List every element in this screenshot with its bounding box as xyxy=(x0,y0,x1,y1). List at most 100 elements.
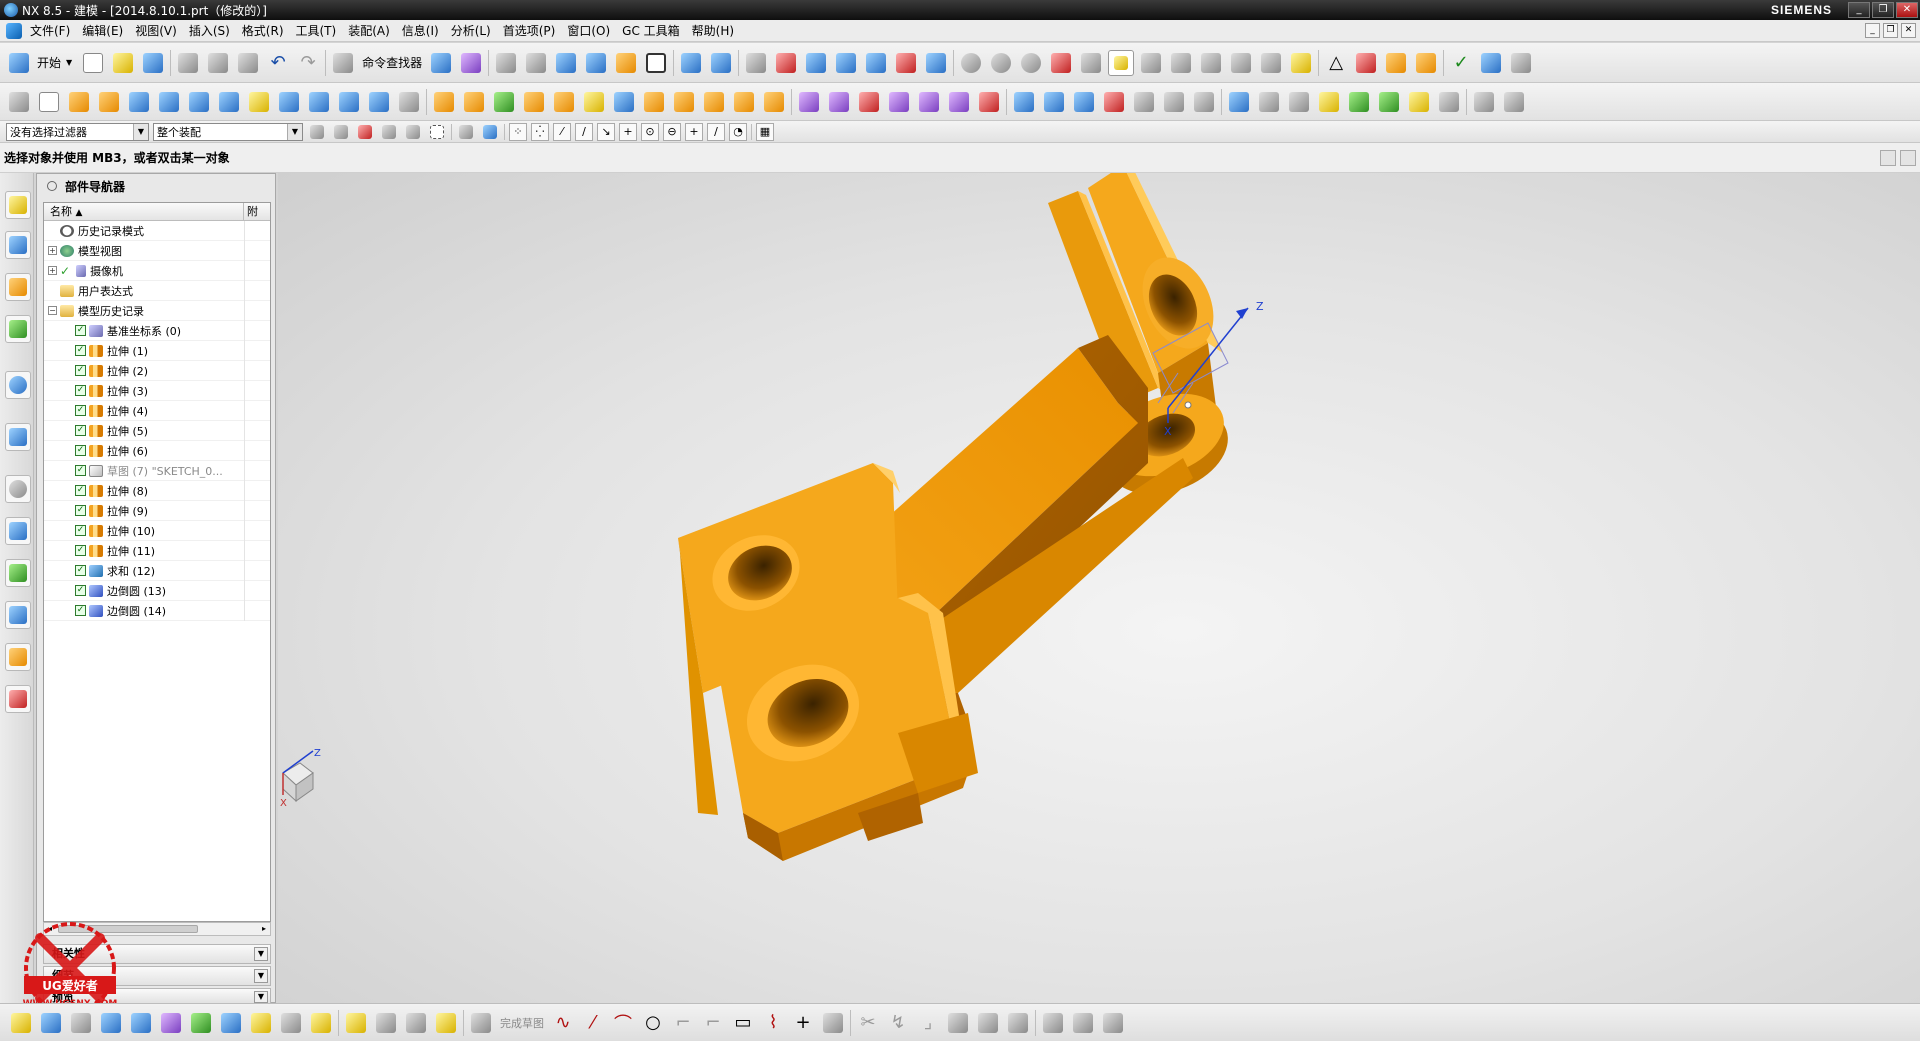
feature-node[interactable]: ✓ 拉伸 (5) xyxy=(44,421,270,441)
snap-on-curve-icon[interactable]: ∕ xyxy=(707,122,725,141)
projection-icon[interactable] xyxy=(1256,89,1282,115)
animate-dimension-icon[interactable] xyxy=(1070,1010,1096,1036)
visibility-checkbox[interactable]: ✓ xyxy=(75,605,86,616)
finish-sketch-icon[interactable] xyxy=(468,1010,494,1036)
visibility-checkbox[interactable]: ✓ xyxy=(75,345,86,356)
menu-format[interactable]: 格式(R) xyxy=(236,22,290,39)
snap-on-face-icon[interactable]: ◔ xyxy=(729,122,747,141)
sync-move-face-icon[interactable] xyxy=(796,89,822,115)
material-icon[interactable] xyxy=(1048,50,1074,76)
chamfer-sketch-icon[interactable]: ⌐ xyxy=(700,1010,726,1036)
alternate-solution-icon[interactable] xyxy=(1100,1010,1126,1036)
surface-through-curves-icon[interactable] xyxy=(1011,89,1037,115)
render-style-icon[interactable] xyxy=(553,50,579,76)
visibility-checkbox[interactable]: ✓ xyxy=(75,505,86,516)
assembly-explode-icon[interactable] xyxy=(1436,89,1462,115)
sketch-mirror-icon[interactable] xyxy=(158,1010,184,1036)
offset-curve-icon[interactable] xyxy=(1316,89,1342,115)
sketch-view-icon[interactable] xyxy=(128,1010,154,1036)
sew-icon[interactable] xyxy=(701,89,727,115)
compare-icon[interactable] xyxy=(1508,50,1534,76)
unite-icon[interactable] xyxy=(156,89,182,115)
n-sided-icon[interactable] xyxy=(1101,89,1127,115)
visibility-checkbox[interactable]: ✓ xyxy=(75,325,86,336)
studio-icon[interactable] xyxy=(1078,50,1104,76)
palette-tab[interactable] xyxy=(5,685,31,713)
assembly-move-icon[interactable] xyxy=(1406,89,1432,115)
measure-icon[interactable] xyxy=(743,50,769,76)
menu-assembly[interactable]: 装配(A) xyxy=(342,22,396,39)
snap-bounded-grid-icon[interactable]: ▦ xyxy=(756,122,774,141)
display-icon[interactable] xyxy=(458,50,484,76)
select-pointer-icon[interactable] xyxy=(1108,49,1135,76)
tree-node[interactable]: − 模型历史记录 xyxy=(44,301,270,321)
feature-node[interactable]: ✓ 拉伸 (4) xyxy=(44,401,270,421)
curve-icon[interactable] xyxy=(1226,89,1252,115)
point-sketch-icon[interactable]: + xyxy=(790,1010,816,1036)
expand-icon[interactable]: + xyxy=(48,266,57,275)
wcs-icon[interactable] xyxy=(803,50,829,76)
visibility-checkbox[interactable]: ✓ xyxy=(75,485,86,496)
sketch-task-icon[interactable] xyxy=(8,1010,34,1036)
extend-sheet-icon[interactable] xyxy=(1161,89,1187,115)
triangle-icon[interactable]: △ xyxy=(1323,50,1349,76)
sketch-point-icon[interactable] xyxy=(343,1010,369,1036)
visibility-checkbox[interactable]: ✓ xyxy=(75,445,86,456)
revolve-icon[interactable] xyxy=(96,89,122,115)
sketch-icon[interactable] xyxy=(6,89,32,115)
arc-icon[interactable]: ⌒ xyxy=(610,1010,636,1036)
feature-node[interactable]: ✓ 基准坐标系 (0) xyxy=(44,321,270,341)
type-filter-select[interactable]: 没有选择过滤器 ▼ xyxy=(6,122,149,141)
circle-icon[interactable]: ○ xyxy=(640,1010,666,1036)
menu-gc-toolkit[interactable]: GC 工具箱 xyxy=(616,22,686,39)
snap-point-icon[interactable]: ⁘ xyxy=(509,122,527,141)
snap-tangent-icon[interactable]: ↘ xyxy=(597,122,615,141)
doc-restore-button[interactable]: ❐ xyxy=(1883,23,1898,38)
pin-icon[interactable] xyxy=(47,181,57,191)
column-name-header[interactable]: 名称 ▲ xyxy=(44,203,244,220)
full-screen-icon[interactable] xyxy=(1880,150,1896,166)
menu-insert[interactable]: 插入(S) xyxy=(183,22,236,39)
menu-help[interactable]: 帮助(H) xyxy=(686,22,740,39)
graphics-window[interactable]: Z X Z X xyxy=(278,173,1920,1003)
doc-close-button[interactable]: ✕ xyxy=(1901,23,1916,38)
doc-minimize-button[interactable]: _ xyxy=(1865,23,1880,38)
command-finder-button[interactable]: 命令查找器 xyxy=(362,54,422,71)
background-icon[interactable] xyxy=(643,50,669,76)
snap-existing-icon[interactable]: + xyxy=(685,122,703,141)
feature-node[interactable]: ✓ 拉伸 (9) xyxy=(44,501,270,521)
collapse-icon[interactable]: − xyxy=(48,306,57,315)
feature-node[interactable]: ✓ 求和 (12) xyxy=(44,561,270,581)
tree-node[interactable]: + 模型视图 xyxy=(44,241,270,261)
selection-icon[interactable] xyxy=(428,50,454,76)
move-object-icon[interactable] xyxy=(708,50,734,76)
sketch-constraint-icon[interactable] xyxy=(218,1010,244,1036)
open-file-icon[interactable] xyxy=(110,50,136,76)
studio-spline-icon[interactable] xyxy=(820,1010,846,1036)
save-icon[interactable] xyxy=(140,50,166,76)
redo-icon[interactable]: ↷ xyxy=(295,50,321,76)
extrude-icon[interactable] xyxy=(66,89,92,115)
feature-node[interactable]: ✓ 草图 (7) "SKETCH_0... xyxy=(44,461,270,481)
sync-pull-face-icon[interactable] xyxy=(826,89,852,115)
hole-icon[interactable] xyxy=(276,89,302,115)
rib-icon[interactable] xyxy=(366,89,392,115)
snap-intersection-icon[interactable]: + xyxy=(619,122,637,141)
sketch-drag-icon[interactable] xyxy=(373,1010,399,1036)
check-icon[interactable]: ✓ xyxy=(1448,50,1474,76)
menu-analysis[interactable]: 分析(L) xyxy=(445,22,497,39)
command-finder-icon[interactable] xyxy=(330,50,356,76)
visibility-checkbox[interactable]: ✓ xyxy=(75,385,86,396)
constraint-navigator-tab[interactable] xyxy=(5,231,31,259)
offset-face-icon[interactable] xyxy=(491,89,517,115)
visibility-checkbox[interactable]: ✓ xyxy=(75,465,86,476)
thicken-icon[interactable] xyxy=(1191,89,1217,115)
feature-node[interactable]: ✓ 拉伸 (10) xyxy=(44,521,270,541)
sketch-update-icon[interactable] xyxy=(433,1010,459,1036)
visibility-checkbox[interactable]: ✓ xyxy=(75,405,86,416)
paste-icon[interactable] xyxy=(235,50,261,76)
feature-node[interactable]: ✓ 边倒圆 (13) xyxy=(44,581,270,601)
visibility-checkbox[interactable]: ✓ xyxy=(75,365,86,376)
face-rule-icon[interactable] xyxy=(480,122,500,142)
tree-node[interactable]: 用户表达式 xyxy=(44,281,270,301)
